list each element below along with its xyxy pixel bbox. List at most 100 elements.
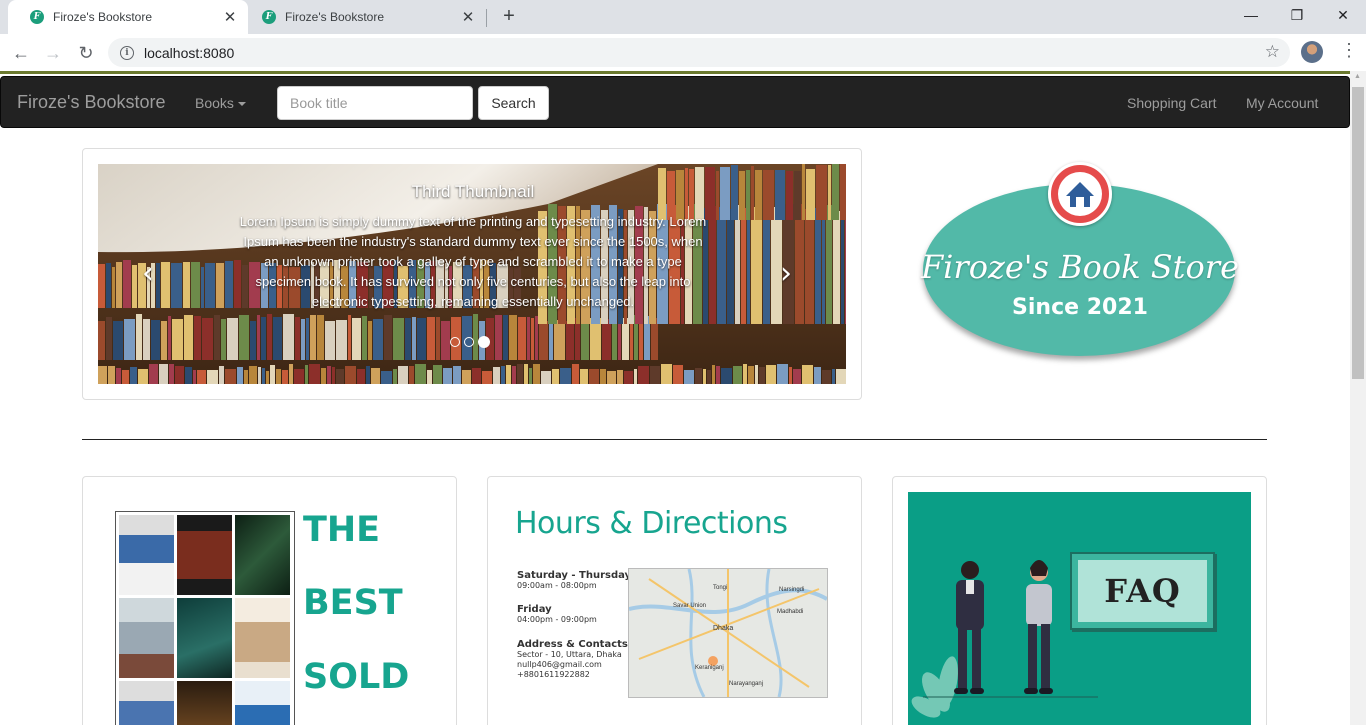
books-dropdown[interactable]: Books (195, 95, 246, 111)
reload-icon[interactable]: ↻ (73, 40, 99, 66)
tab-title: Firoze's Bookstore (53, 10, 152, 24)
search-button[interactable]: Search (478, 86, 549, 120)
page-scrollbar[interactable]: ▲ (1350, 71, 1366, 725)
bookshelf-spine (417, 318, 426, 360)
back-arrow-icon[interactable]: ← (8, 40, 34, 66)
bookshelf-spine (237, 367, 243, 384)
bookshelf-spine (436, 317, 440, 360)
bookshelf-spine (712, 365, 715, 384)
bookshelf-spine (759, 367, 765, 384)
my-account-link[interactable]: My Account (1246, 95, 1318, 111)
new-tab-plus-icon[interactable]: + (499, 5, 519, 27)
profile-avatar[interactable] (1301, 41, 1323, 63)
bookshelf-spine (184, 315, 193, 360)
bookshelf-spine (624, 371, 633, 384)
bookshelf-spine (472, 368, 481, 384)
best-sold-card[interactable]: THE BEST SOLD (82, 476, 457, 725)
carousel-prev-chevron-icon[interactable]: ‹ (142, 256, 154, 291)
bookshelf-spine (566, 321, 574, 360)
hours-directions-card[interactable]: Hours & Directions Saturday - Thursday 0… (487, 476, 862, 725)
carousel-panel: ‹ › Third Thumbnail Lorem Ipsum is simpl… (82, 148, 862, 400)
carousel-indicator-3[interactable] (478, 336, 490, 348)
bookshelf-spine (201, 267, 204, 308)
site-info-icon[interactable]: i (120, 45, 134, 60)
bookshelf-spine (651, 318, 658, 360)
bookshelf-spine (357, 369, 365, 384)
browser-tab-inactive[interactable]: F Firoze's Bookstore ✕ (248, 0, 486, 34)
bookmark-star-icon[interactable]: ☆ (1265, 42, 1280, 62)
close-window-icon[interactable]: ✕ (1320, 0, 1366, 30)
book-title-search-input[interactable] (277, 86, 473, 120)
bookshelf-spine (214, 315, 220, 360)
bookshelf-spine (98, 366, 107, 384)
address-line: Sector - 10, Uttara, Dhaka (517, 650, 622, 659)
close-tab-icon[interactable]: ✕ (222, 9, 238, 26)
bookshelf-spine (716, 171, 719, 220)
bookshelf-spine (183, 262, 190, 308)
bookshelf-spine (826, 205, 832, 324)
bookshelf-spine (197, 370, 206, 384)
bookshelf-spine (828, 165, 831, 220)
bookshelf-spine (695, 368, 702, 384)
faq-card[interactable]: FAQ (892, 476, 1267, 725)
bookshelf-spine (336, 369, 344, 384)
close-tab-icon[interactable]: ✕ (460, 9, 476, 26)
bookshelf-spine (336, 320, 347, 360)
address-heading: Address & Contacts (517, 639, 628, 650)
bookshelf-spine (262, 368, 265, 384)
address-contacts: Address & Contacts Sector - 10, Uttara, … (517, 639, 628, 680)
bookshelf-spine (600, 369, 606, 384)
browser-tab-active[interactable]: F Firoze's Bookstore ✕ (8, 0, 248, 34)
bookshelf-spine (506, 365, 511, 384)
bookshelf-spine (266, 371, 269, 384)
bookshelf-spine (345, 366, 356, 384)
book-cover (177, 598, 232, 678)
bookshelf-spine (841, 207, 844, 324)
bookshelf-spine (802, 365, 813, 384)
browser-menu-icon[interactable]: ⋮ (1340, 40, 1358, 61)
bookshelf-spine (433, 365, 442, 384)
book-cover (177, 681, 232, 725)
bookshelf-spine (572, 364, 579, 384)
tab-title: Firoze's Bookstore (285, 10, 384, 24)
bookshelf-spine (381, 371, 392, 384)
bookshelf-spine (731, 165, 738, 220)
navbar-brand[interactable]: Firoze's Bookstore (17, 92, 166, 113)
scroll-up-arrow-icon[interactable]: ▲ (1354, 73, 1361, 80)
bookshelf-spine (777, 364, 788, 384)
faq-board-text: FAQ (1078, 560, 1207, 622)
tab-separator (486, 9, 487, 27)
forward-arrow-icon[interactable]: → (40, 40, 66, 66)
carousel-indicator-2[interactable] (464, 337, 474, 347)
scrollbar-thumb[interactable] (1352, 87, 1364, 379)
contact-email: nullp406@gmail.com (517, 660, 602, 669)
bookshelf-spine (721, 368, 732, 384)
bookshelf-spine (136, 314, 142, 360)
contact-phone: +8801611922882 (517, 670, 590, 679)
address-bar[interactable]: i localhost:8080 ☆ (108, 38, 1290, 67)
bookshelf-spine (462, 370, 471, 384)
bookshelf-spine (832, 369, 835, 384)
page-viewport: Firoze's Bookstore Books Search Shopping… (0, 74, 1350, 725)
carousel-next-chevron-icon[interactable]: › (780, 256, 792, 291)
book-cover (119, 515, 174, 595)
caret-down-icon (237, 102, 246, 107)
bookshelf-spine (282, 370, 288, 384)
shopping-cart-link[interactable]: Shopping Cart (1127, 95, 1217, 111)
map-label: Narsingdi (779, 587, 805, 593)
minimize-icon[interactable]: — (1228, 0, 1274, 30)
bookshelf-spine (822, 370, 831, 384)
hours-sat-thu: Saturday - Thursday 09:00am - 08:00pm (517, 570, 631, 591)
address-url[interactable]: localhost:8080 (144, 45, 234, 61)
bookshelf-spine (503, 315, 508, 360)
restore-icon[interactable]: ❐ (1274, 0, 1320, 30)
bookshelf-spine (482, 371, 492, 384)
bookshelf-spine (707, 370, 711, 384)
bookshelf-spine (453, 366, 461, 384)
carousel-indicator-1[interactable] (450, 337, 460, 347)
bookshelf-spine (755, 170, 762, 220)
browser-tabstrip: F Firoze's Bookstore ✕ F Firoze's Bookst… (0, 0, 1366, 34)
map-label: Madhabdi (777, 609, 804, 615)
bookshelf-spine (112, 267, 115, 308)
bookshelf-spine (427, 370, 432, 384)
